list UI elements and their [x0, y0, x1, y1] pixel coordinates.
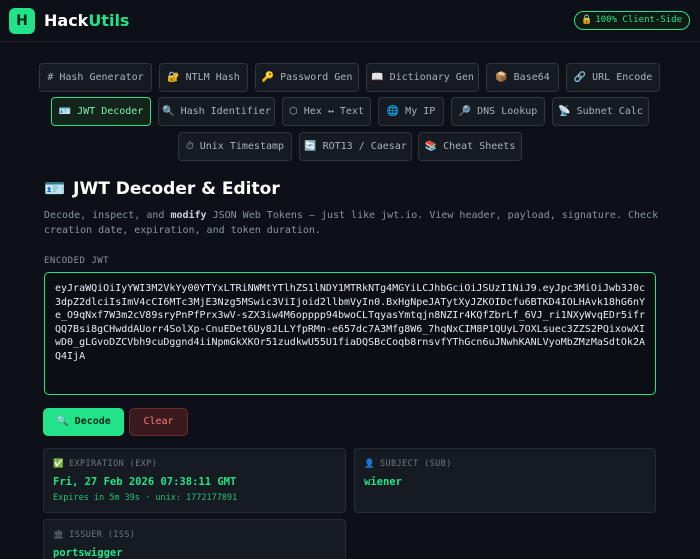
nav-my-ip[interactable]: 🌐 My IP [378, 97, 444, 126]
brand-suffix: Utils [88, 11, 130, 30]
nav-subnet-calc[interactable]: 📡 Subnet Calc [552, 97, 649, 126]
nav-label: ROT13 / Caesar [322, 141, 407, 152]
nav-dictionary-gen[interactable]: 📖 Dictionary Gen [366, 63, 479, 92]
lock-icon: 🔒 [581, 15, 593, 25]
expiration-label: ✅ EXPIRATION (EXP) [53, 459, 157, 469]
lock-key-icon: 🔐 [167, 72, 180, 83]
nav-label: Base64 [513, 72, 550, 83]
card-label-text: EXPIRATION (EXP) [68, 459, 158, 469]
nav-label: Subnet Calc [576, 106, 643, 117]
book-icon: 📖 [371, 72, 384, 83]
globe-icon: 🌐 [386, 106, 400, 117]
page-title-text: JWT Decoder & Editor [73, 179, 280, 199]
issuer-value: portswigger [53, 547, 123, 559]
brand-name[interactable]: HackUtils [44, 11, 129, 30]
building-icon: 🏛 [53, 530, 65, 540]
nav-label: Hash Identifier [180, 106, 271, 117]
jwt-input[interactable]: eyJraWQiOiIyYWI3M2VkYy00YTYxLTRiNWMtYTlh… [44, 272, 656, 395]
nav-row-1: # Hash Generator 🔐 NTLM Hash 🔑 Password Gen… [0, 63, 700, 93]
nav-row-2: 🪪 JWT Decoder 🔍 Hash Identifier ⬡ Hex ↔ Tex… [0, 97, 700, 127]
decode-button[interactable]: 🔍 Decode [43, 408, 124, 436]
nav-label: Dictionary Gen [389, 72, 474, 83]
package-icon: 📦 [495, 72, 508, 83]
nav-label: Cheat Sheets [443, 141, 516, 152]
nav-url-encode[interactable]: 🔗 URL Encode [566, 63, 660, 92]
top-bar: H HackUtils 🔒 100% Client-Side [0, 0, 700, 42]
nav-label: JWT Decoder [77, 106, 144, 117]
subject-value: wiener [364, 476, 402, 488]
client-side-badge: 🔒 100% Client-Side [574, 11, 690, 30]
nav-label: Password Gen [280, 72, 353, 83]
hash-icon: # [47, 72, 54, 83]
subject-label: 👤 SUBJECT (SUB) [364, 459, 452, 469]
nav-label: DNS Lookup [477, 106, 538, 117]
decode-button-label: Decode [74, 416, 111, 427]
user-icon: 👤 [364, 459, 375, 469]
nav-label: URL Encode [592, 72, 653, 83]
nav-label: NTLM Hash [185, 72, 240, 83]
nav-password-gen[interactable]: 🔑 Password Gen [255, 63, 359, 92]
stopwatch-icon: ⏱ [185, 141, 194, 152]
id-card-icon: 🪪 [44, 179, 66, 199]
expiration-detail: Expires in 5m 39s · unix: 1772177891 [53, 493, 238, 503]
hexagon-icon: ⬡ [289, 106, 298, 117]
nav-base64[interactable]: 📦 Base64 [486, 63, 559, 92]
card-label-text: SUBJECT (SUB) [379, 459, 452, 469]
magnifier-icon: 🔍 [162, 106, 175, 117]
books-icon: 📚 [424, 141, 438, 152]
nav-row-3: ⏱ Unix Timestamp 🔄 ROT13 / Caesar 📚 Cheat S… [0, 132, 700, 162]
card-label-text: ISSUER (ISS) [69, 530, 136, 540]
logo-icon[interactable]: H [9, 8, 35, 34]
brand-prefix: Hack [44, 11, 89, 30]
issuer-card: 🏛 ISSUER (ISS) portswigger [43, 519, 346, 559]
nav-hash-generator[interactable]: # Hash Generator [39, 63, 152, 92]
desc-text: Decode, inspect, and [44, 210, 171, 221]
nav-dns-lookup[interactable]: 🔎 DNS Lookup [451, 97, 545, 126]
nav-ntlm-hash[interactable]: 🔐 NTLM Hash [159, 63, 248, 92]
satellite-icon: 📡 [558, 106, 571, 117]
desc-emphasis: modify [170, 210, 207, 221]
tool-description: Decode, inspect, and modify JSON Web Tok… [44, 208, 664, 238]
nav-unix-timestamp[interactable]: ⏱ Unix Timestamp [178, 132, 292, 161]
check-icon: ✅ [53, 459, 64, 469]
nav-rot13-caesar[interactable]: 🔄 ROT13 / Caesar [299, 132, 412, 161]
expiration-card: ✅ EXPIRATION (EXP) Fri, 27 Feb 2026 07:38… [43, 448, 346, 513]
clear-button-label: Clear [143, 416, 174, 427]
nav-cheat-sheets[interactable]: 📚 Cheat Sheets [418, 132, 522, 161]
nav-label: My IP [405, 106, 436, 117]
nav-label: Hash Generator [59, 72, 144, 83]
nav-hex-text[interactable]: ⬡ Hex ↔ Text [282, 97, 371, 126]
expiration-value: Fri, 27 Feb 2026 07:38:11 GMT [53, 476, 237, 488]
nav-label: Hex ↔ Text [303, 106, 364, 117]
nav-hash-identifier[interactable]: 🔍 Hash Identifier [158, 97, 275, 126]
nav-jwt-decoder[interactable]: 🪪 JWT Decoder [51, 97, 151, 126]
refresh-icon: 🔄 [304, 141, 317, 152]
search-icon: 🔎 [458, 106, 472, 117]
encoded-jwt-label: ENCODED JWT [44, 256, 110, 266]
key-icon: 🔑 [261, 72, 275, 83]
id-card-icon: 🪪 [58, 106, 72, 117]
client-side-label: 100% Client-Side [595, 15, 682, 25]
nav-label: Unix Timestamp [199, 141, 285, 152]
jwt-token-text[interactable]: eyJraWQiOiIyYWI3M2VkYy00YTYxLTRiNWMtYTlh… [55, 282, 645, 364]
link-icon: 🔗 [573, 72, 587, 83]
page-title: 🪪 JWT Decoder & Editor [44, 179, 280, 199]
issuer-label: 🏛 ISSUER (ISS) [53, 530, 135, 540]
clear-button[interactable]: Clear [129, 408, 188, 436]
search-icon: 🔍 [56, 416, 69, 427]
subject-card: 👤 SUBJECT (SUB) wiener [354, 448, 656, 513]
